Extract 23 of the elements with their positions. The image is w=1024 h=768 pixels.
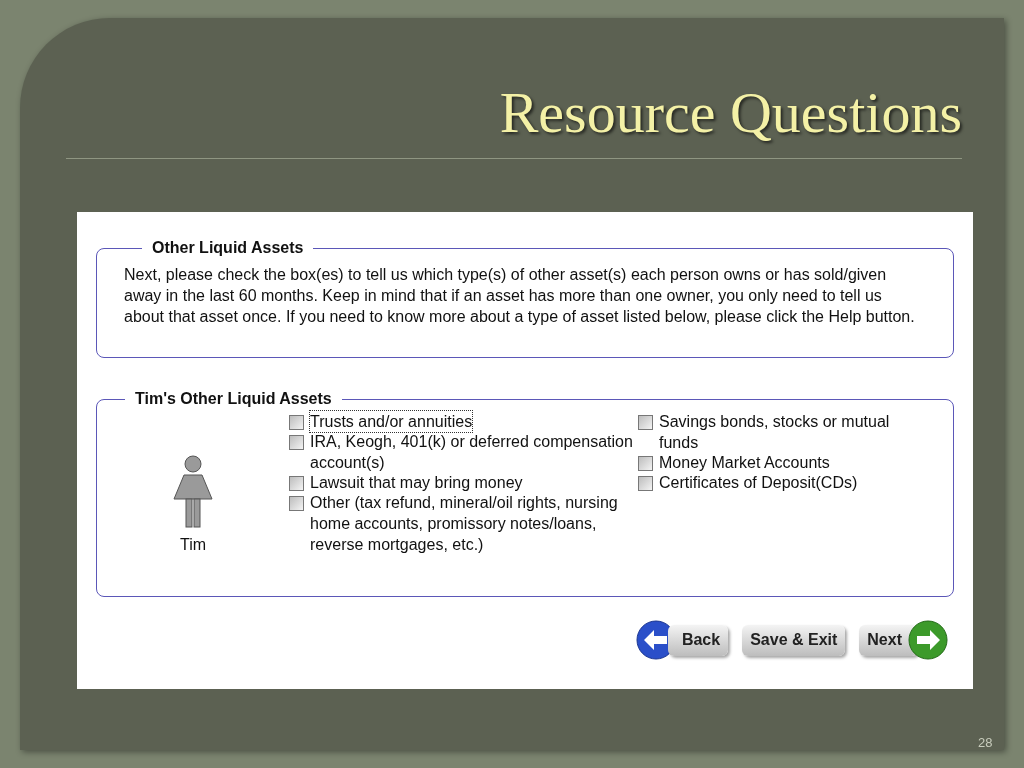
save-exit-button[interactable]: Save & Exit xyxy=(742,624,846,656)
checkbox[interactable] xyxy=(289,415,304,430)
slide-title: Resource Questions xyxy=(499,79,962,147)
checkbox[interactable] xyxy=(289,476,304,491)
section-legend: Tim's Other Liquid Assets xyxy=(125,387,342,411)
checkbox[interactable] xyxy=(638,415,653,430)
checkbox[interactable] xyxy=(638,476,653,491)
option-label[interactable]: Savings bonds, stocks or mutual funds xyxy=(659,411,898,453)
option-label[interactable]: Other (tax refund, mineral/oil rights, nursing home accounts, promissory notes/loans, reverse mortgages, etc.) xyxy=(310,492,638,555)
checkbox[interactable] xyxy=(289,435,304,450)
option-label[interactable]: Money Market Accounts xyxy=(659,452,830,473)
checkbox[interactable] xyxy=(638,456,653,471)
option-label[interactable]: IRA, Keogh, 401(k) or deferred compensation account(s) xyxy=(310,431,638,473)
instructions-text: Next, please check the box(es) to tell us which type(s) of other asset(s) each person owns or has sold/given away in the last 60 months. Keep in mind that if an asset has more than one owner, you only need to tell us about that asset once. If you need to know more about a type of asset listed below, please click the Help button. xyxy=(124,265,916,327)
checkbox[interactable] xyxy=(289,496,304,511)
option-label[interactable]: Certificates of Deposit(CDs) xyxy=(659,472,858,493)
option-label[interactable]: Trusts and/or annuities xyxy=(310,411,473,432)
person-name: Tim xyxy=(179,535,207,555)
option-label[interactable]: Lawsuit that may bring money xyxy=(310,472,523,493)
back-button[interactable]: Back xyxy=(667,624,729,656)
page-number: 28 xyxy=(978,734,993,752)
female-person-icon xyxy=(172,455,214,529)
section-legend: Other Liquid Assets xyxy=(142,236,314,260)
